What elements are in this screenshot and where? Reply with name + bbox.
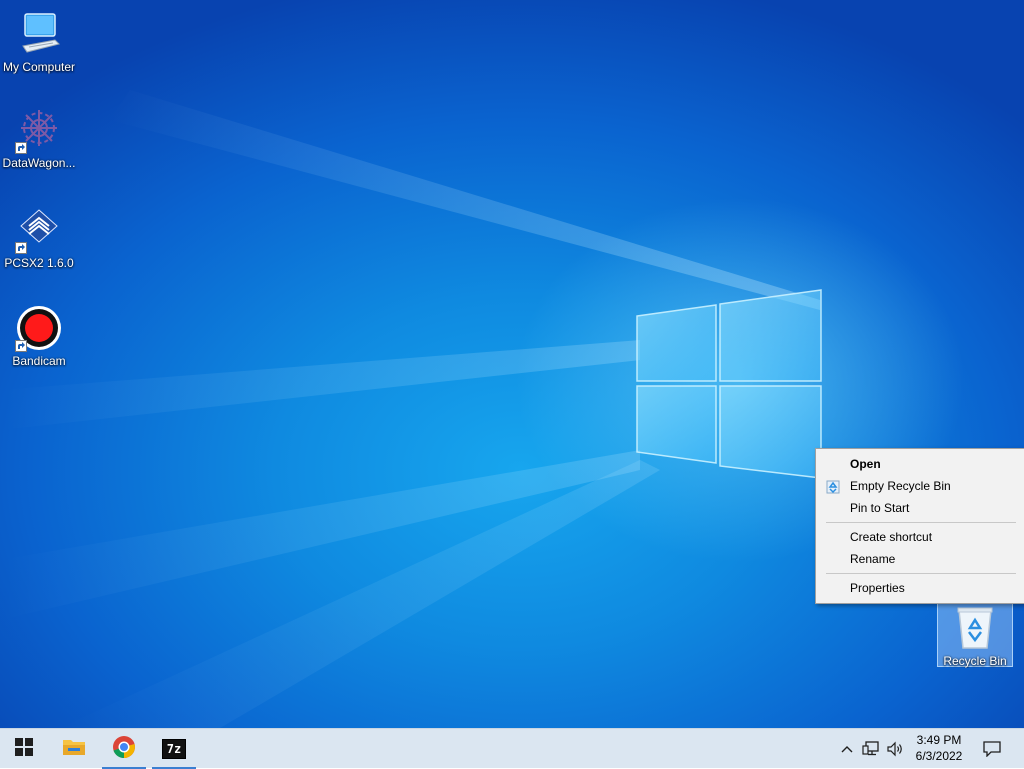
menu-item-label: Empty Recycle Bin [850,479,951,493]
taskbar-chrome[interactable] [100,729,148,769]
desktop-icon-label: Recycle Bin [943,654,1007,668]
volume-icon[interactable] [884,729,906,769]
desktop[interactable]: My Computer DataWagon... PCSX2 1.6.0 Ban… [0,0,1024,728]
context-menu: Open Empty Recycle Bin Pin to Start Crea… [815,448,1024,604]
datawagon-icon [15,106,63,154]
clock[interactable]: 3:49 PM 6/3/2022 [904,732,974,764]
chevron-up-icon[interactable] [838,729,856,769]
menu-separator [826,522,1016,523]
shortcut-arrow-icon [15,242,27,254]
desktop-icon-bandicam[interactable]: Bandicam [0,304,78,368]
windows-logo-icon [15,737,33,761]
wallpaper-art [0,90,822,728]
taskbar: 7z 3:49 PM 6/3/2022 [0,728,1024,769]
network-icon[interactable] [860,729,882,769]
pcsx2-icon [15,206,63,254]
start-button[interactable] [0,729,48,769]
desktop-icon-label: My Computer [2,60,76,74]
menu-item-rename[interactable]: Rename [816,548,1024,570]
menu-item-create-shortcut[interactable]: Create shortcut [816,526,1024,548]
clock-date: 6/3/2022 [915,749,963,763]
taskbar-file-explorer[interactable] [50,729,98,769]
notification-icon[interactable] [976,729,1008,769]
desktop-icon-label: PCSX2 1.6.0 [4,256,74,270]
desktop-icon-recycle-bin[interactable]: Recycle Bin [937,601,1013,668]
folder-icon [62,737,86,762]
shortcut-arrow-icon [15,340,27,352]
menu-item-label: Open [850,457,881,471]
menu-item-label: Rename [850,552,896,566]
clock-time: 3:49 PM [916,733,962,747]
menu-item-label: Create shortcut [850,530,933,544]
desktop-icon-label: Bandicam [12,354,66,368]
menu-item-label: Pin to Start [850,501,910,515]
recycle-bin-icon [951,604,999,652]
menu-item-label: Properties [850,581,905,595]
desktop-icon-label: DataWagon... [2,156,76,170]
menu-separator [826,573,1016,574]
menu-item-open[interactable]: Open [816,453,1024,475]
desktop-icon-pcsx2[interactable]: PCSX2 1.6.0 [0,206,78,270]
chrome-icon [112,735,136,764]
menu-item-pin-to-start[interactable]: Pin to Start [816,497,1024,519]
desktop-icon-datawagon[interactable]: DataWagon... [0,106,78,170]
menu-item-properties[interactable]: Properties [816,577,1024,599]
bandicam-icon [15,304,63,352]
taskbar-7zip[interactable]: 7z [150,729,198,769]
desktop-icon-my-computer[interactable]: My Computer [0,10,78,74]
recycle-icon [826,479,840,494]
7zip-icon: 7z [162,739,186,759]
computer-icon [15,10,63,58]
shortcut-arrow-icon [15,142,27,154]
menu-item-empty-recycle-bin[interactable]: Empty Recycle Bin [816,475,1024,497]
